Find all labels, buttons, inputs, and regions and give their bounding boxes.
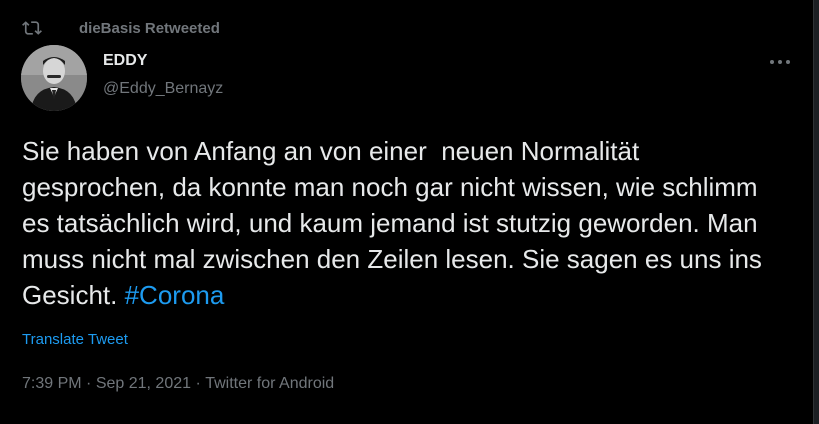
retweet-icon xyxy=(22,18,42,38)
tweet-meta: 7:39 PM · Sep 21, 2021 · Twitter for And… xyxy=(22,375,334,393)
retweet-label: dieBasis Retweeted xyxy=(79,19,220,37)
retweet-context[interactable]: dieBasis Retweeted xyxy=(22,17,220,39)
author-name[interactable]: EDDY xyxy=(103,52,147,70)
tweet-time[interactable]: 7:39 PM xyxy=(22,375,82,393)
meta-separator: · xyxy=(81,375,96,392)
scrollbar-track[interactable] xyxy=(813,0,819,424)
tweet-text: Sie haben von Anfang an von einer neuen … xyxy=(22,133,782,313)
tweet-source[interactable]: Twitter for Android xyxy=(205,375,334,393)
hashtag-link[interactable]: #Corona xyxy=(125,280,225,310)
author-handle[interactable]: @Eddy_Bernayz xyxy=(103,80,223,98)
tweet-date[interactable]: Sep 21, 2021 xyxy=(96,375,191,393)
more-dots-icon xyxy=(770,60,790,64)
more-button[interactable] xyxy=(766,52,794,72)
translate-tweet-link[interactable]: Translate Tweet xyxy=(22,331,128,348)
avatar[interactable] xyxy=(21,45,87,111)
meta-separator: · xyxy=(191,375,206,392)
tweet-card[interactable]: dieBasis Retweeted EDDY @Eddy_Bernayz Si… xyxy=(0,0,813,424)
